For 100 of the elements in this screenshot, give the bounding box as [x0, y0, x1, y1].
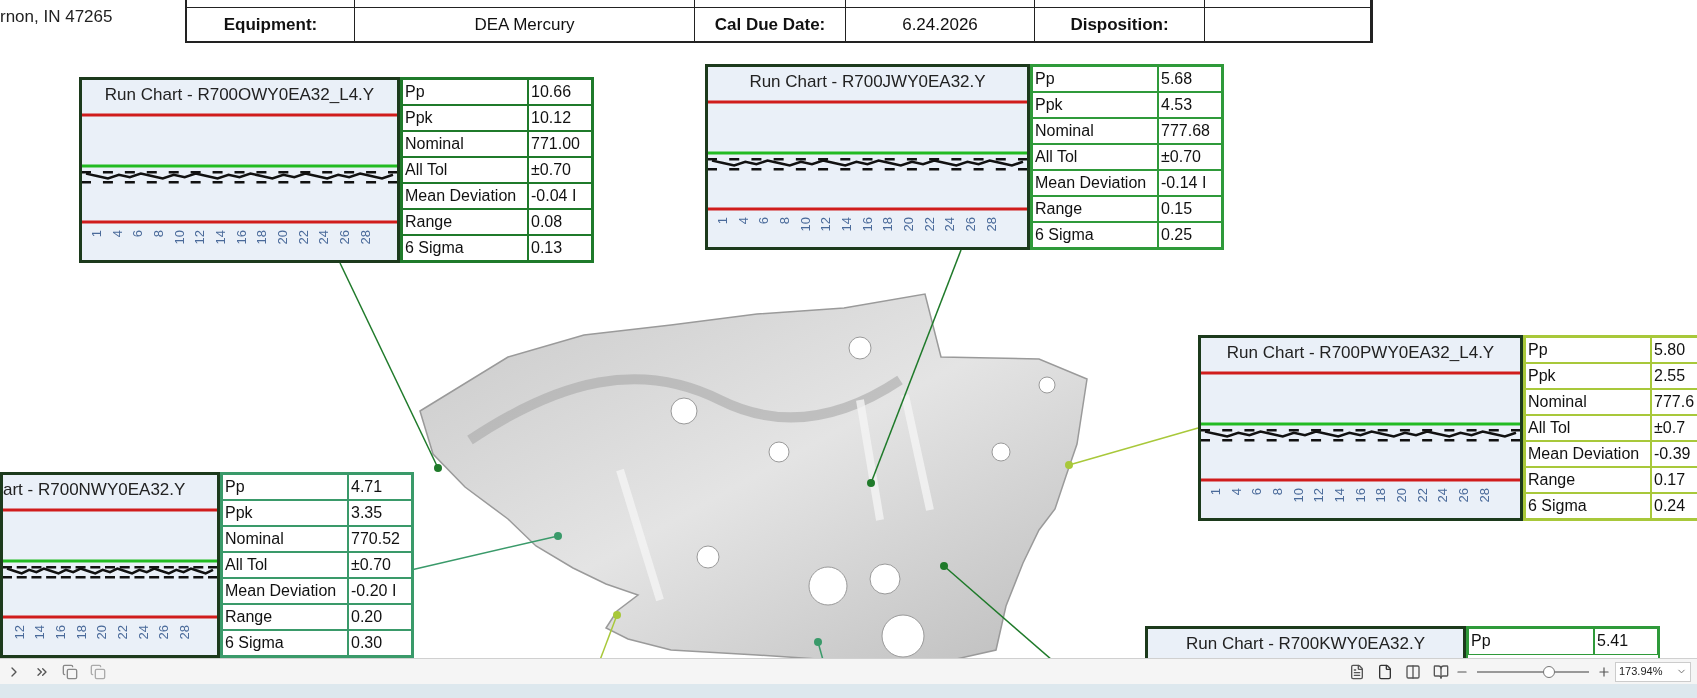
chart-title: Run Chart - R700OWY0EA32_L4.Y	[104, 84, 375, 107]
axis-label: 16	[234, 230, 248, 245]
zoom-in-icon[interactable]	[1597, 664, 1611, 679]
stat-label: Mean Deviation	[402, 183, 528, 209]
stat-value: -0.04 I	[528, 183, 592, 209]
stat-label: Nominal	[1032, 118, 1158, 144]
axis-label: 18	[255, 230, 269, 245]
copy-icon[interactable]	[62, 663, 78, 680]
stat-value: 0.15	[1158, 196, 1222, 222]
stat-value: 4.53	[1158, 92, 1222, 118]
table-cell: Disposition:	[1035, 8, 1205, 41]
chart-title: Run Chart - R700PWY0EA32_L4.Y	[1226, 342, 1495, 365]
stat-value: 4.71	[348, 474, 412, 500]
axis-label: 12	[1312, 488, 1326, 503]
axis-label: 4	[736, 217, 750, 225]
stat-value: -0.14 I	[1158, 170, 1222, 196]
axis-label: 14	[33, 625, 47, 640]
axis-label: 8	[151, 230, 165, 238]
axis-label: 22	[116, 625, 130, 640]
stat-label: All Tol	[402, 157, 528, 183]
stat-label: 6 Sigma	[402, 235, 528, 261]
axis-label: 8	[777, 217, 791, 225]
axis-label: 18	[74, 625, 88, 640]
axis-label: 28	[1477, 488, 1491, 503]
axis-label: 4	[1229, 488, 1243, 496]
stat-value: 0.13	[528, 235, 592, 261]
stat-label: 6 Sigma	[1032, 222, 1158, 248]
stat-value: ±0.70	[1158, 144, 1222, 170]
axis-label: 20	[95, 625, 109, 640]
address-text: rnon, IN 47265	[0, 6, 113, 28]
stat-label: Range	[1032, 196, 1158, 222]
slider-thumb[interactable]	[1542, 665, 1555, 678]
stat-label: All Tol	[1525, 415, 1651, 441]
chart-title: Run Chart - R700JWY0EA32.Y	[749, 71, 986, 94]
stat-label: Nominal	[222, 526, 348, 552]
axis-label: 20	[1395, 488, 1409, 503]
stat-label: Mean Deviation	[1525, 441, 1651, 467]
stat-value: 0.30	[348, 630, 412, 656]
axis-label: 6	[1250, 488, 1264, 496]
axis-label: 12	[819, 217, 833, 232]
stat-value: 0.24	[1651, 493, 1697, 519]
stat-label: Ppk	[222, 500, 348, 526]
axis-label: 20	[276, 230, 290, 245]
stat-value: 771.00	[528, 131, 592, 157]
stat-value: 3.35	[348, 500, 412, 526]
stat-value: 0.17	[1651, 467, 1697, 493]
stat-value: 10.12	[528, 105, 592, 131]
stat-label: All Tol	[1032, 144, 1158, 170]
axis-label: 12	[12, 625, 26, 640]
axis-label: 24	[943, 217, 957, 232]
axis-label: 10	[798, 217, 812, 232]
stat-value: -0.39	[1651, 441, 1697, 467]
axis-label: 24	[136, 625, 150, 640]
book-view-icon[interactable]	[1433, 663, 1449, 680]
stat-label: Ppk	[402, 105, 528, 131]
stat-value: 777.6	[1651, 389, 1697, 415]
axis-label: 22	[1415, 488, 1429, 503]
stat-label: All Tol	[222, 552, 348, 578]
table-cell: Equipment:	[187, 8, 355, 41]
stat-label: Pp	[1032, 66, 1158, 92]
stat-value: 5.41	[1594, 628, 1658, 655]
axis-label: 12	[193, 230, 207, 245]
two-page-view-icon[interactable]	[1405, 663, 1421, 680]
stat-value: 5.80	[1651, 337, 1697, 363]
single-page-view-icon[interactable]	[1349, 663, 1365, 680]
leader-line	[599, 611, 621, 658]
axis-label: 26	[964, 217, 978, 232]
axis-label: 22	[922, 217, 936, 232]
axis-label: 20	[902, 217, 916, 232]
table-cell: DEA Mercury	[355, 8, 695, 41]
zoom-field[interactable]: 173.94%	[1615, 661, 1691, 682]
axis-label: 6	[757, 217, 771, 225]
stat-label: Ppk	[1525, 363, 1651, 389]
stat-value: 5.68	[1158, 66, 1222, 92]
stat-label: Pp	[402, 79, 528, 105]
stat-label: Range	[402, 209, 528, 235]
stat-value: 0.25	[1158, 222, 1222, 248]
axis-label: 10	[1291, 488, 1305, 503]
axis-label: 14	[1332, 488, 1346, 503]
chart-title: Run Chart - R700KWY0EA32.Y	[1185, 633, 1426, 656]
table-cell: Cal Due Date:	[695, 8, 846, 41]
stat-value: ±0.7	[1651, 415, 1697, 441]
axis-label: 28	[984, 217, 998, 232]
axis-label: 22	[296, 230, 310, 245]
axis-label: 8	[1270, 488, 1284, 496]
axis-label: 1	[1208, 488, 1222, 496]
axis-label: 16	[860, 217, 874, 232]
axis-label: 4	[110, 230, 124, 238]
axis-label: 26	[338, 230, 352, 245]
axis-label: 6	[131, 230, 145, 238]
stat-label: Pp	[222, 474, 348, 500]
stat-label: 6 Sigma	[1525, 493, 1651, 519]
chart-title: art - R700NWY0EA32.Y	[3, 479, 186, 502]
stat-label: Range	[1525, 467, 1651, 493]
stat-label: Nominal	[402, 131, 528, 157]
axis-label: 14	[213, 230, 227, 245]
leader-line	[814, 638, 824, 658]
continuous-view-icon[interactable]	[1377, 663, 1393, 680]
axis-label: 24	[1436, 488, 1450, 503]
axis-label: 24	[317, 230, 331, 245]
